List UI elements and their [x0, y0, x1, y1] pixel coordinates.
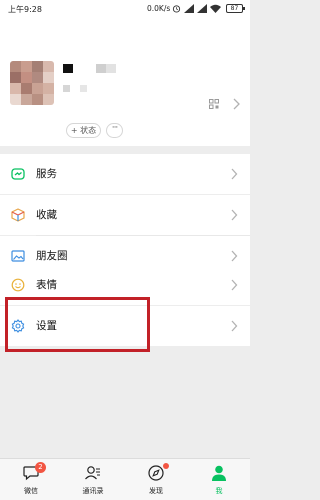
- chevron-right-icon: [231, 168, 238, 180]
- tab-chats[interactable]: 2 微信: [0, 459, 62, 500]
- chevron-right-icon: [233, 98, 240, 110]
- menu-item-favorites[interactable]: 收藏: [0, 195, 250, 235]
- tab-label: 微信: [24, 487, 38, 495]
- more-button[interactable]: ···: [106, 123, 123, 138]
- favorites-cube-icon: [11, 208, 25, 222]
- smiley-icon: [11, 278, 25, 292]
- profile-header[interactable]: + 状态 ···: [0, 18, 250, 146]
- chevron-right-icon: [231, 320, 238, 332]
- status-time: 上午9:28: [8, 5, 42, 14]
- menu-item-label: 表情: [36, 279, 57, 291]
- signal-icon: [197, 3, 207, 13]
- tab-label: 我: [215, 487, 223, 495]
- status-bar: 上午9:28 0.0K/s 87: [0, 0, 250, 18]
- new-dot-badge: [163, 463, 169, 469]
- chevron-right-icon: [231, 250, 238, 262]
- settings-highlight-box: [5, 297, 150, 352]
- status-icons: [172, 3, 221, 13]
- menu-item-label: 服务: [36, 168, 57, 180]
- network-speed: 0.0K/s: [147, 4, 171, 13]
- battery-indicator: 87: [226, 4, 245, 13]
- tab-me[interactable]: 我: [188, 459, 250, 500]
- chevron-right-icon: [231, 209, 238, 221]
- contacts-icon: [85, 466, 100, 480]
- moments-photo-icon: [11, 250, 25, 262]
- alarm-icon: [172, 4, 181, 13]
- avatar[interactable]: [10, 61, 54, 105]
- wifi-icon: [210, 4, 221, 13]
- tab-label: 通讯录: [82, 487, 104, 495]
- tab-discover[interactable]: 发现: [125, 459, 187, 500]
- person-icon: [212, 465, 226, 481]
- menu-item-label: 朋友圈: [36, 250, 68, 262]
- tab-contacts[interactable]: 通讯录: [62, 459, 124, 500]
- tab-label: 发现: [149, 487, 163, 495]
- unread-badge: 2: [35, 462, 46, 473]
- chevron-right-icon: [231, 279, 238, 291]
- status-button[interactable]: + 状态: [66, 123, 101, 138]
- qr-code-icon[interactable]: [209, 99, 219, 109]
- bottom-tab-bar: 2 微信 通讯录 发现 我: [0, 458, 250, 500]
- signal-icon: [184, 3, 194, 13]
- services-icon: [11, 168, 25, 180]
- menu-item-services[interactable]: 服务: [0, 154, 250, 194]
- menu-item-label: 收藏: [36, 209, 57, 221]
